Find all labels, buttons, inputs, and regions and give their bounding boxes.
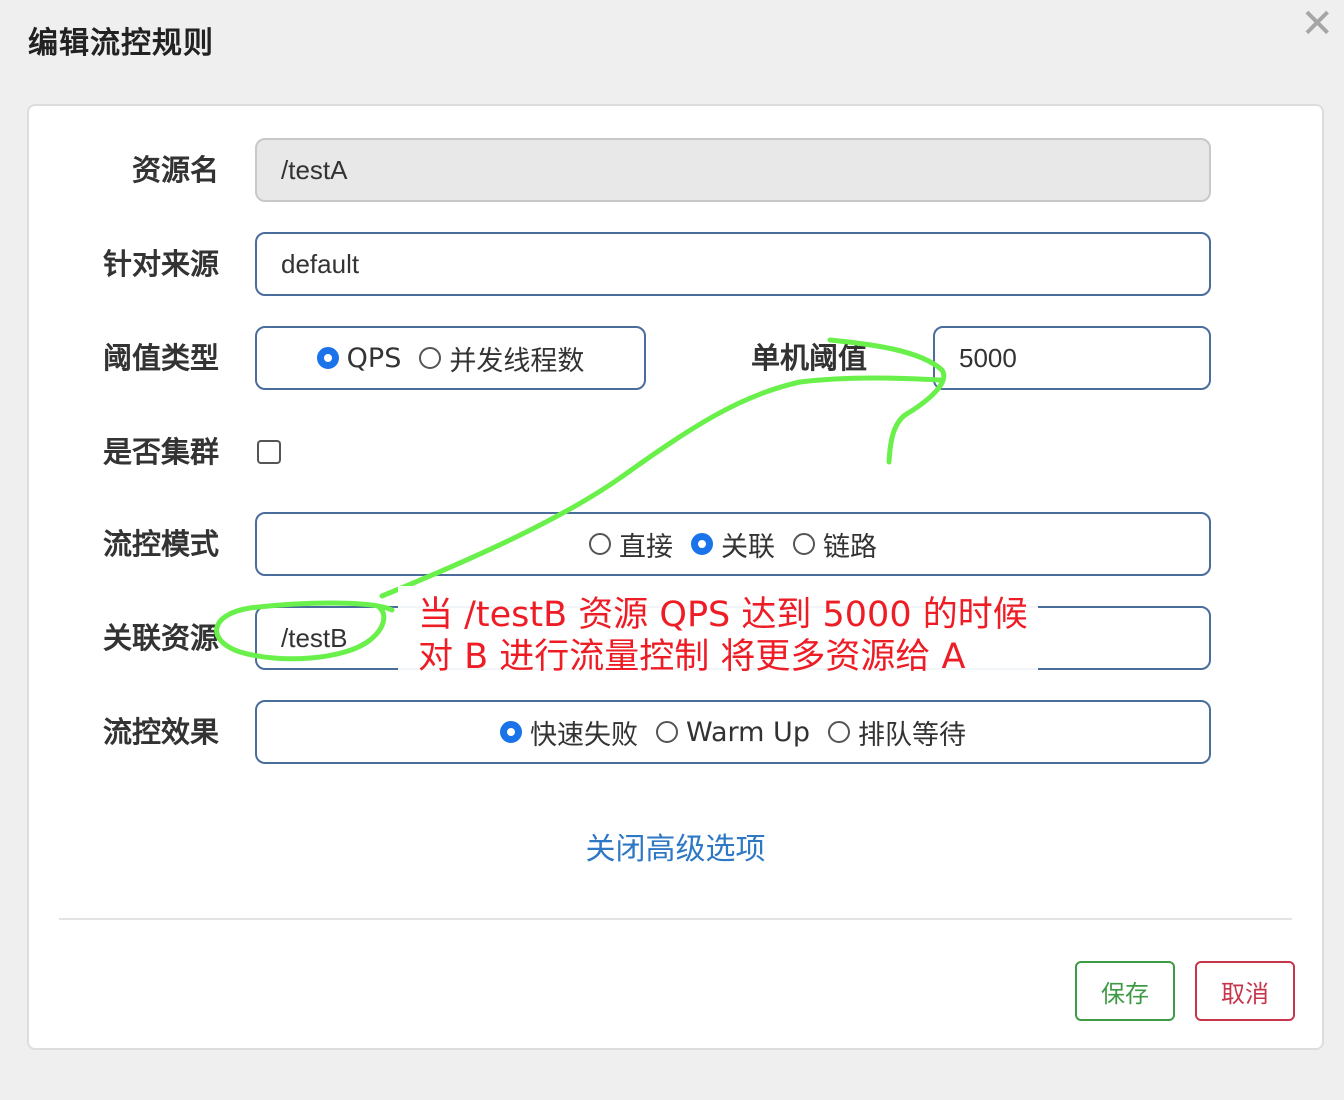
radio-direct-label: 直接 bbox=[619, 531, 673, 563]
radio-fast-fail-icon bbox=[500, 721, 523, 743]
cluster-label: 是否集群 bbox=[102, 435, 219, 469]
radio-relate[interactable]: 关联 bbox=[691, 525, 775, 564]
radio-warm-up-icon bbox=[656, 721, 679, 743]
radio-thread-label: 并发线程数 bbox=[449, 345, 585, 377]
radio-chain-label: 链路 bbox=[823, 531, 877, 563]
radio-queue-icon bbox=[827, 721, 850, 743]
row-threshold-type: 阈值类型 QPS 并发线程数 单机阈值 5000 bbox=[29, 326, 1322, 390]
radio-qps-label: QPS bbox=[346, 342, 402, 374]
toggle-advanced-link[interactable]: 关闭高级选项 bbox=[29, 824, 1322, 868]
row-cluster: 是否集群 bbox=[29, 420, 1322, 484]
threshold-label: 单机阈值 bbox=[751, 341, 868, 375]
limit-app-label: 针对来源 bbox=[102, 247, 219, 281]
radio-direct-icon bbox=[589, 533, 611, 555]
radio-relate-label: 关联 bbox=[721, 531, 775, 563]
form-panel: 资源名 /testA 针对来源 default 阈值类型 QPS 并发线程数 单… bbox=[27, 104, 1324, 1050]
radio-queue[interactable]: 排队等待 bbox=[827, 713, 966, 752]
resource-name-label: 资源名 bbox=[131, 153, 219, 187]
resource-name-input: /testA bbox=[255, 138, 1211, 202]
close-icon[interactable]: ✕ bbox=[1300, 4, 1334, 44]
row-strategy: 流控模式 直接 关联 链路 bbox=[29, 512, 1322, 576]
radio-qps-icon bbox=[316, 347, 339, 369]
footer-divider bbox=[59, 918, 1292, 920]
radio-qps[interactable]: QPS bbox=[316, 342, 402, 374]
radio-direct[interactable]: 直接 bbox=[589, 525, 673, 564]
threshold-type-label: 阈值类型 bbox=[102, 341, 219, 375]
save-button[interactable]: 保存 bbox=[1075, 961, 1175, 1021]
limit-app-input[interactable]: default bbox=[255, 232, 1211, 296]
radio-warm-up-label: Warm Up bbox=[686, 716, 810, 748]
annotation-line-1: 当 /testB 资源 QPS 达到 5000 的时候 bbox=[418, 595, 1028, 635]
annotation-line-2: 对 B 进行流量控制 将更多资源给 A bbox=[418, 637, 966, 677]
control-behavior-label: 流控效果 bbox=[102, 715, 219, 749]
strategy-group: 直接 关联 链路 bbox=[255, 512, 1211, 576]
strategy-label: 流控模式 bbox=[102, 527, 219, 561]
annotation-note: 当 /testB 资源 QPS 达到 5000 的时候 对 B 进行流量控制 将… bbox=[398, 586, 1038, 688]
radio-chain[interactable]: 链路 bbox=[793, 525, 877, 564]
row-resource-name: 资源名 /testA bbox=[29, 138, 1322, 202]
radio-chain-icon bbox=[793, 533, 815, 555]
control-behavior-group: 快速失败 Warm Up 排队等待 bbox=[255, 700, 1211, 764]
row-control-behavior: 流控效果 快速失败 Warm Up 排队等待 bbox=[29, 700, 1322, 764]
radio-fast-fail-label: 快速失败 bbox=[530, 719, 639, 751]
radio-thread[interactable]: 并发线程数 bbox=[419, 339, 584, 378]
cluster-checkbox[interactable] bbox=[257, 440, 281, 464]
ref-resource-label: 关联资源 bbox=[102, 621, 219, 655]
radio-queue-label: 排队等待 bbox=[857, 719, 966, 751]
dialog-title: 编辑流控规则 bbox=[28, 26, 214, 61]
threshold-type-group: QPS 并发线程数 bbox=[255, 326, 646, 390]
cancel-button[interactable]: 取消 bbox=[1195, 961, 1295, 1021]
threshold-input[interactable]: 5000 bbox=[933, 326, 1211, 390]
row-limit-app: 针对来源 default bbox=[29, 232, 1322, 296]
radio-relate-icon bbox=[691, 533, 713, 555]
radio-warm-up[interactable]: Warm Up bbox=[656, 717, 810, 748]
radio-thread-icon bbox=[419, 347, 442, 369]
radio-fast-fail[interactable]: 快速失败 bbox=[500, 713, 638, 752]
